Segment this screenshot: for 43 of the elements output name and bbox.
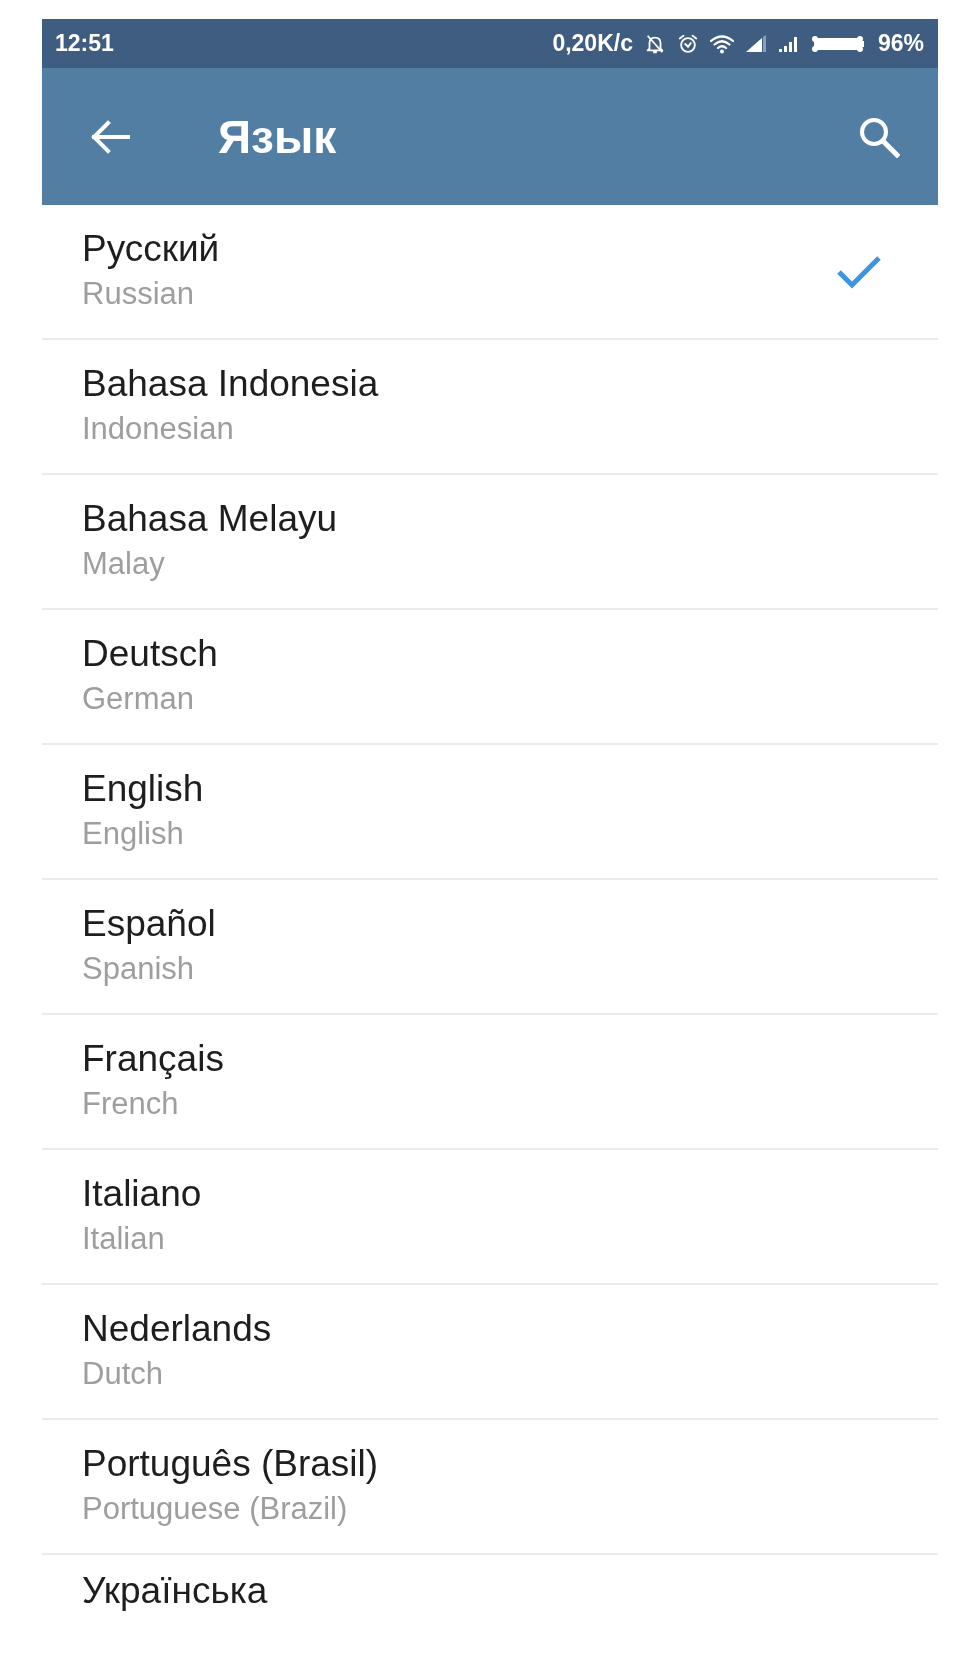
language-name: Italiano <box>82 1171 202 1216</box>
screen-title: Язык <box>218 109 337 164</box>
battery-percent: 96% <box>877 30 924 57</box>
language-english-name: Malay <box>82 544 166 583</box>
language-name: Bahasa Melayu <box>82 496 338 541</box>
language-item[interactable]: Українська <box>42 1555 938 1631</box>
language-item[interactable]: English English <box>42 745 938 880</box>
language-item[interactable]: Français French <box>42 1015 938 1150</box>
language-item[interactable]: Deutsch German <box>42 610 938 745</box>
language-name: Français <box>82 1036 224 1081</box>
language-english-name: Italian <box>82 1219 166 1258</box>
language-name: English <box>82 766 204 811</box>
language-item[interactable]: Nederlands Dutch <box>42 1285 938 1420</box>
language-item[interactable]: Русский Russian <box>42 205 938 340</box>
language-english-name: German <box>82 679 195 718</box>
battery-icon <box>810 34 867 53</box>
language-name: Українська <box>82 1569 268 1613</box>
language-english-name: Indonesian <box>82 409 235 448</box>
language-english-name: Russian <box>82 274 195 313</box>
language-item[interactable]: Bahasa Indonesia Indonesian <box>42 340 938 475</box>
language-name: Bahasa Indonesia <box>82 361 379 406</box>
language-name: Português (Brasil) <box>82 1441 379 1486</box>
status-time: 12:51 <box>55 30 114 57</box>
alarm-clock-icon <box>676 32 699 55</box>
back-arrow-icon <box>90 119 130 154</box>
signal-icon <box>744 34 767 53</box>
language-english-name: Portuguese (Brazil) <box>82 1489 349 1528</box>
language-item[interactable]: Português (Brasil) Portuguese (Brazil) <box>42 1420 938 1555</box>
language-name: Deutsch <box>82 631 218 676</box>
network-speed: 0,20K/c <box>552 30 633 57</box>
language-name: Русский <box>82 226 220 271</box>
search-icon <box>858 115 900 158</box>
language-item[interactable]: Español Spanish <box>42 880 938 1015</box>
language-english-name: French <box>82 1084 180 1123</box>
language-english-name: Spanish <box>82 949 196 988</box>
language-item[interactable]: Italiano Italian <box>42 1150 938 1285</box>
language-english-name: English <box>82 814 185 853</box>
language-english-name: Dutch <box>82 1354 164 1393</box>
language-item[interactable]: Bahasa Melayu Malay <box>42 475 938 610</box>
language-name: Español <box>82 901 216 946</box>
wifi-icon <box>709 33 734 54</box>
language-name: Nederlands <box>82 1306 272 1351</box>
signal-icon <box>777 34 800 53</box>
